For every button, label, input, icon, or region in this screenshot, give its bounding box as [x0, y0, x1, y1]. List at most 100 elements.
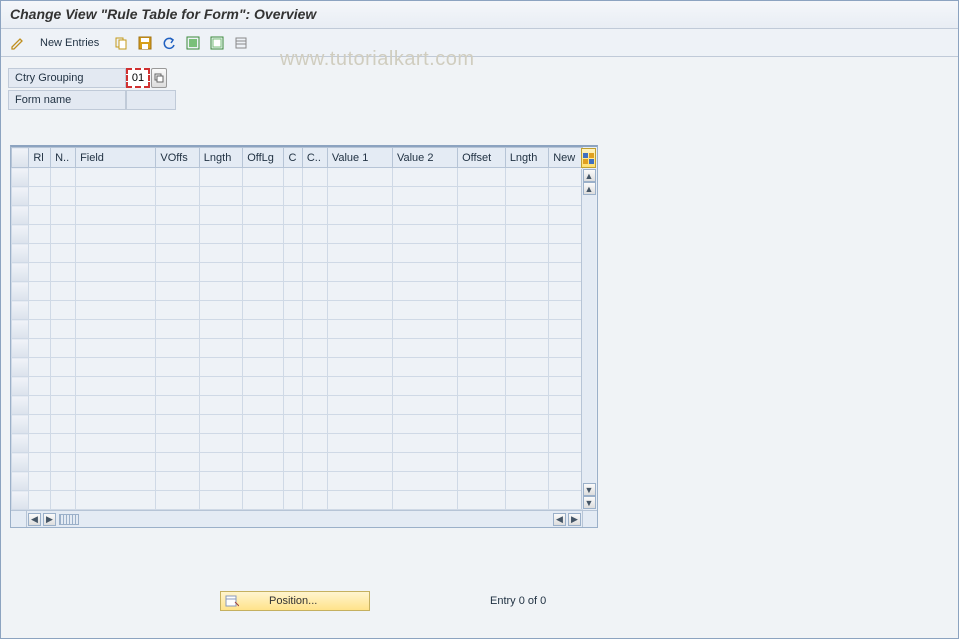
table-cell[interactable] [156, 187, 199, 206]
table-cell[interactable] [29, 244, 51, 263]
table-cell[interactable] [51, 339, 76, 358]
table-cell[interactable] [302, 339, 327, 358]
table-cell[interactable] [284, 491, 302, 510]
table-cell[interactable] [156, 244, 199, 263]
table-cell[interactable] [29, 396, 51, 415]
deselect-all-icon[interactable] [207, 33, 227, 53]
table-cell[interactable] [458, 206, 506, 225]
table-cell[interactable] [327, 434, 392, 453]
table-cell[interactable] [156, 434, 199, 453]
table-cell[interactable] [458, 263, 506, 282]
table-cell[interactable] [327, 472, 392, 491]
table-cell[interactable] [199, 472, 242, 491]
table-cell[interactable] [199, 453, 242, 472]
table-cell[interactable] [392, 187, 457, 206]
column-header[interactable]: N.. [51, 148, 76, 168]
table-cell[interactable] [392, 453, 457, 472]
table-cell[interactable] [549, 377, 583, 396]
table-cell[interactable] [284, 301, 302, 320]
table-cell[interactable] [302, 491, 327, 510]
table-cell[interactable] [505, 320, 548, 339]
table-cell[interactable] [51, 491, 76, 510]
row-selector[interactable] [12, 339, 29, 358]
column-header[interactable]: Value 2 [392, 148, 457, 168]
table-cell[interactable] [156, 396, 199, 415]
table-cell[interactable] [392, 168, 457, 187]
table-cell[interactable] [549, 472, 583, 491]
undo-icon[interactable] [159, 33, 179, 53]
table-cell[interactable] [549, 491, 583, 510]
table-cell[interactable] [327, 225, 392, 244]
table-cell[interactable] [29, 358, 51, 377]
table-cell[interactable] [392, 263, 457, 282]
table-cell[interactable] [302, 320, 327, 339]
scroll-down2-icon[interactable]: ▼ [583, 483, 596, 496]
column-header[interactable]: Offset [458, 148, 506, 168]
row-selector[interactable] [12, 301, 29, 320]
table-cell[interactable] [29, 472, 51, 491]
table-cell[interactable] [392, 301, 457, 320]
table-cell[interactable] [505, 358, 548, 377]
table-cell[interactable] [284, 339, 302, 358]
table-cell[interactable] [302, 301, 327, 320]
table-cell[interactable] [302, 415, 327, 434]
toggle-edit-icon[interactable] [8, 33, 28, 53]
table-cell[interactable] [76, 206, 156, 225]
table-cell[interactable] [243, 320, 284, 339]
table-cell[interactable] [505, 301, 548, 320]
delimit-icon[interactable] [231, 33, 251, 53]
table-cell[interactable] [76, 225, 156, 244]
column-header[interactable]: Lngth [505, 148, 548, 168]
table-cell[interactable] [51, 244, 76, 263]
table-cell[interactable] [243, 263, 284, 282]
table-cell[interactable] [327, 415, 392, 434]
column-header[interactable]: Field [76, 148, 156, 168]
table-cell[interactable] [156, 377, 199, 396]
table-cell[interactable] [458, 358, 506, 377]
table-cell[interactable] [327, 282, 392, 301]
select-all-rows[interactable] [12, 148, 29, 168]
table-cell[interactable] [284, 206, 302, 225]
table-cell[interactable] [284, 472, 302, 491]
table-cell[interactable] [51, 187, 76, 206]
table-cell[interactable] [549, 206, 583, 225]
table-cell[interactable] [76, 358, 156, 377]
table-cell[interactable] [549, 301, 583, 320]
table-cell[interactable] [284, 358, 302, 377]
table-cell[interactable] [549, 168, 583, 187]
table-cell[interactable] [458, 244, 506, 263]
table-cell[interactable] [284, 320, 302, 339]
scroll-up2-icon[interactable]: ▲ [583, 182, 596, 195]
table-cell[interactable] [327, 491, 392, 510]
table-cell[interactable] [549, 320, 583, 339]
table-cell[interactable] [243, 396, 284, 415]
table-cell[interactable] [76, 187, 156, 206]
table-cell[interactable] [458, 472, 506, 491]
table-cell[interactable] [243, 282, 284, 301]
table-cell[interactable] [76, 415, 156, 434]
table-cell[interactable] [302, 434, 327, 453]
table-cell[interactable] [505, 263, 548, 282]
table-cell[interactable] [156, 282, 199, 301]
table-cell[interactable] [199, 491, 242, 510]
table-cell[interactable] [243, 491, 284, 510]
row-selector[interactable] [12, 244, 29, 263]
table-cell[interactable] [549, 187, 583, 206]
table-cell[interactable] [29, 377, 51, 396]
table-cell[interactable] [156, 453, 199, 472]
table-cell[interactable] [284, 377, 302, 396]
table-cell[interactable] [458, 168, 506, 187]
table-cell[interactable] [76, 263, 156, 282]
column-header[interactable]: C.. [302, 148, 327, 168]
table-cell[interactable] [156, 168, 199, 187]
table-cell[interactable] [302, 377, 327, 396]
table-cell[interactable] [76, 244, 156, 263]
copy-icon[interactable] [111, 33, 131, 53]
table-cell[interactable] [199, 225, 242, 244]
row-selector[interactable] [12, 206, 29, 225]
row-selector[interactable] [12, 377, 29, 396]
table-cell[interactable] [156, 263, 199, 282]
hscroll-right2-icon[interactable]: ◀ [553, 513, 566, 526]
column-header[interactable]: New [549, 148, 583, 168]
table-cell[interactable] [458, 491, 506, 510]
